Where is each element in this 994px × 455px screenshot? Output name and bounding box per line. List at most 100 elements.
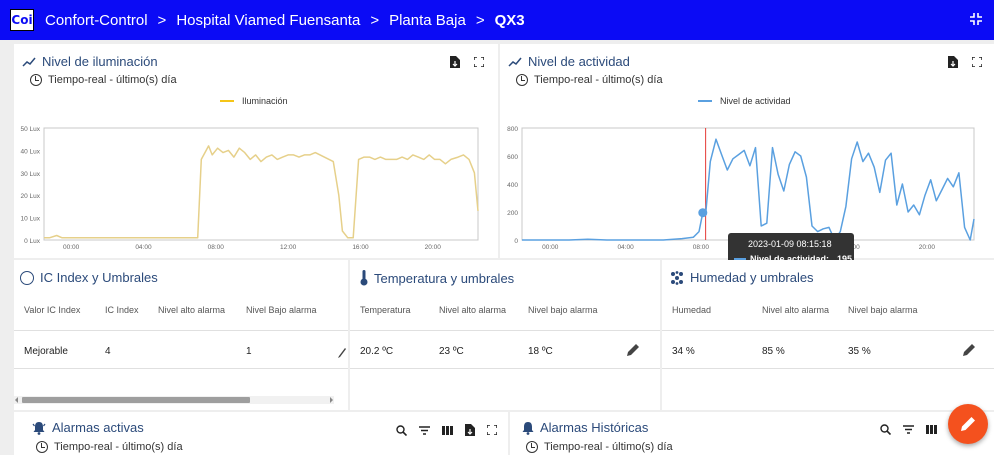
edit-icon[interactable]: [962, 343, 976, 357]
x-tick-label: 20:00: [425, 244, 442, 251]
breadcrumb-item-app[interactable]: Confort-Control: [45, 12, 148, 29]
pencil-icon: [961, 417, 975, 431]
temperature-cell: 20.2 ºC: [360, 346, 394, 357]
temperature-high-cell: 23 ºC: [439, 346, 464, 357]
search-icon[interactable]: [880, 424, 891, 435]
breadcrumb-item-room: QX3: [494, 12, 525, 29]
humidity-icon: [671, 270, 683, 285]
y-tick-label: 800: [507, 126, 518, 133]
edit-icon[interactable]: [626, 343, 640, 357]
fullscreen-icon[interactable]: [972, 57, 982, 67]
humidity-high-cell: 85 %: [762, 346, 785, 357]
illumination-subtitle: Tiempo-real - último(s) día: [30, 74, 177, 86]
breadcrumb-separator: >: [370, 12, 380, 29]
divider: [662, 330, 994, 331]
column-header: IC Index: [105, 305, 139, 315]
plot-frame: [521, 127, 975, 241]
legend-swatch: [698, 100, 712, 102]
exit-fullscreen-icon[interactable]: [970, 13, 982, 25]
column-header: Temperatura: [360, 305, 411, 315]
x-tick-label: 08:00: [693, 244, 710, 251]
divider: [350, 368, 660, 369]
historic-alarms-panel: Alarmas Históricas Tiempo-real - último(…: [510, 412, 994, 455]
column-header: Nivel bajo alarma: [848, 305, 918, 315]
illumination-panel: Nivel de iluminación Tiempo-real - últim…: [14, 44, 498, 258]
series-line: [44, 145, 479, 239]
filter-icon[interactable]: [419, 425, 430, 435]
temperature-panel: Temperatura y umbrales Temperatura Nivel…: [350, 260, 660, 410]
breadcrumb-item-floor[interactable]: Planta Baja: [389, 12, 466, 29]
scroll-right-icon[interactable]: [328, 397, 334, 403]
historic-alarms-toolbar: [880, 424, 937, 435]
scroll-left-icon[interactable]: [14, 397, 20, 403]
clock-icon: [526, 441, 538, 453]
thermometer-icon: [360, 270, 368, 286]
fullscreen-icon[interactable]: [487, 425, 497, 435]
column-header: Nivel alto alarma: [439, 305, 507, 315]
divider: [14, 368, 348, 369]
export-file-icon[interactable]: [465, 424, 475, 436]
clock-icon: [30, 74, 42, 86]
column-header: Nivel Bajo alarma: [246, 305, 317, 315]
column-header: Nivel bajo alarma: [528, 305, 598, 315]
divider: [662, 368, 994, 369]
fullscreen-icon[interactable]: [474, 57, 484, 67]
horizontal-scrollbar[interactable]: [14, 396, 334, 404]
x-tick-label: 00:00: [542, 244, 559, 251]
x-tick-label: 20:00: [919, 244, 936, 251]
column-header: Humedad: [672, 305, 712, 315]
columns-icon[interactable]: [442, 425, 453, 435]
column-header: Nivel alto alarma: [158, 305, 226, 315]
humidity-title: Humedad y umbrales: [670, 270, 814, 285]
illumination-legend[interactable]: Iluminación: [220, 96, 288, 106]
bell-ringing-icon: [32, 421, 46, 435]
clock-icon: [516, 74, 528, 86]
x-tick-label: 16:00: [352, 244, 369, 251]
edit-icon[interactable]: [338, 348, 346, 358]
ic-index-cell: 4: [105, 346, 111, 357]
historic-alarms-title: Alarmas Históricas: [522, 420, 648, 435]
activity-subtitle: Tiempo-real - último(s) día: [516, 74, 663, 86]
temperature-title: Temperatura y umbrales: [360, 270, 514, 286]
app-logo[interactable]: Coi: [10, 9, 34, 31]
x-tick-label: 12:00: [280, 244, 297, 251]
activity-panel: Nivel de actividad Tiempo-real - último(…: [500, 44, 994, 258]
x-tick-label: 04:00: [617, 244, 634, 251]
trend-icon: [508, 57, 522, 67]
y-tick-label: 0: [514, 238, 518, 245]
humidity-cell: 34 %: [672, 346, 695, 357]
activity-title: Nivel de actividad: [508, 54, 630, 69]
x-tick-label: 08:00: [208, 244, 225, 251]
export-file-icon[interactable]: [948, 56, 958, 68]
scrollbar-thumb[interactable]: [22, 397, 250, 403]
temperature-low-cell: 18 ºC: [528, 346, 553, 357]
illumination-toolbar: [450, 56, 484, 68]
breadcrumb: Confort-Control > Hospital Viamed Fuensa…: [45, 12, 535, 29]
ic-index-panel: IC Index y Umbrales Valor IC Index IC In…: [14, 260, 348, 410]
circle-icon: [20, 270, 34, 285]
trend-icon: [22, 57, 36, 67]
export-file-icon[interactable]: [450, 56, 460, 68]
top-bar: Coi Confort-Control > Hospital Viamed Fu…: [0, 0, 994, 40]
breadcrumb-item-hospital[interactable]: Hospital Viamed Fuensanta: [176, 12, 360, 29]
breadcrumb-separator: >: [157, 12, 167, 29]
active-alarms-panel: Alarmas activas Tiempo-real - último(s) …: [14, 412, 508, 455]
y-tick-label: 50 Lux: [20, 126, 40, 133]
filter-icon[interactable]: [903, 425, 914, 434]
legend-swatch: [220, 100, 234, 102]
y-tick-label: 0 Lux: [24, 238, 41, 245]
column-header: Nivel alto alarma: [762, 305, 830, 315]
columns-icon[interactable]: [926, 425, 937, 434]
active-alarms-toolbar: [396, 424, 497, 436]
breadcrumb-separator: >: [475, 12, 485, 29]
edit-fab-button[interactable]: [948, 404, 988, 444]
humidity-panel: Humedad y umbrales Humedad Nivel alto al…: [662, 260, 994, 410]
active-alarms-subtitle: Tiempo-real - último(s) día: [36, 441, 183, 453]
bell-icon: [522, 421, 534, 435]
activity-legend[interactable]: Nivel de actividad: [698, 96, 791, 106]
illumination-chart[interactable]: 0 Lux 10 Lux 20 Lux 30 Lux 40 Lux 50 Lux 00:00…: [14, 118, 498, 258]
hover-point: [698, 208, 708, 218]
divider: [14, 330, 348, 331]
historic-alarms-subtitle: Tiempo-real - último(s) día: [526, 441, 673, 453]
search-icon[interactable]: [396, 424, 407, 436]
